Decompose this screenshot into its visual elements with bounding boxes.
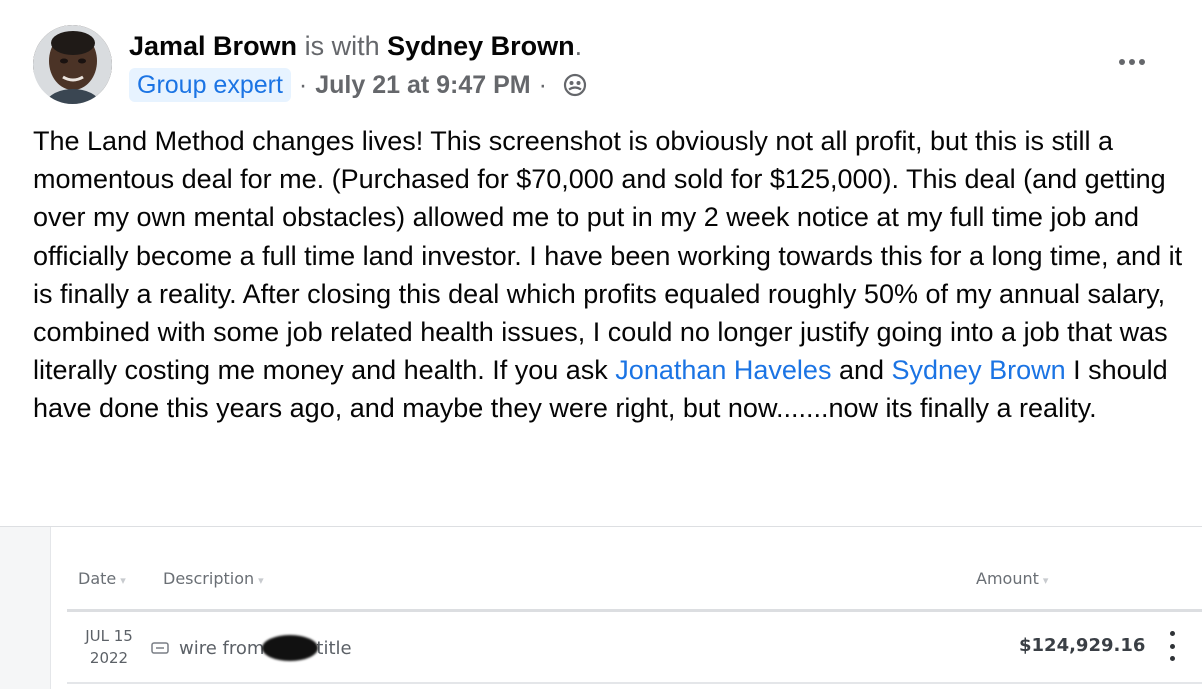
column-amount-label: Amount xyxy=(976,569,1039,588)
row-amount: $124,929.16 xyxy=(1019,635,1146,656)
group-icon[interactable] xyxy=(563,73,587,97)
sort-caret-icon: ▾ xyxy=(1042,574,1049,587)
column-header-amount[interactable]: Amount ▾ xyxy=(976,569,1048,588)
column-date-label: Date xyxy=(78,569,117,588)
row-date: JUL 15 2022 xyxy=(79,625,139,669)
row-date-year: 2022 xyxy=(89,649,129,667)
column-header-description[interactable]: Description ▾ xyxy=(163,569,264,588)
row-description[interactable]: wire from title xyxy=(151,635,352,661)
row-date-day: JUL 15 xyxy=(85,627,133,645)
avatar-photo xyxy=(33,25,112,104)
post-timestamp[interactable]: July 21 at 9:47 PM xyxy=(315,71,530,100)
author-name[interactable]: Jamal Brown xyxy=(129,31,297,61)
group-expert-badge[interactable]: Group expert xyxy=(129,68,291,102)
row-description-suffix: title xyxy=(316,637,352,659)
more-options-icon[interactable] xyxy=(1108,46,1156,78)
avatar[interactable] xyxy=(33,25,112,104)
facebook-post: Jamal Brown is with Sydney Brown. Group … xyxy=(0,0,1202,689)
row-description-prefix: wire from xyxy=(179,637,265,659)
redaction-mark xyxy=(262,635,319,661)
header-divider xyxy=(67,609,1202,612)
transactions-table: Date ▾ Description ▾ Amount ▾ JUL 15 2022 w… xyxy=(50,527,1202,689)
author-period: . xyxy=(574,31,583,61)
column-header-date[interactable]: Date ▾ xyxy=(78,569,126,588)
post-body: The Land Method changes lives! This scre… xyxy=(33,122,1183,428)
meta-separator-2: · xyxy=(538,70,547,99)
transfer-icon xyxy=(151,642,169,654)
post-author-line: Jamal Brown is with Sydney Brown. xyxy=(129,28,582,64)
sort-caret-icon: ▾ xyxy=(120,574,126,587)
mention-jonathan-haveles[interactable]: Jonathan Haveles xyxy=(615,355,831,385)
post-text-part2: and xyxy=(831,355,892,386)
meta-separator: · xyxy=(298,70,308,99)
mention-sydney-brown[interactable]: Sydney Brown xyxy=(892,355,1066,385)
with-text: is with xyxy=(304,31,380,61)
row-more-icon[interactable] xyxy=(1166,631,1178,661)
row-divider xyxy=(67,682,1202,684)
tagged-person[interactable]: Sydney Brown xyxy=(387,31,575,61)
attached-screenshot[interactable]: Date ▾ Description ▾ Amount ▾ JUL 15 2022 w… xyxy=(0,526,1202,689)
post-meta: Group expert · July 21 at 9:47 PM · xyxy=(129,67,587,103)
sort-caret-icon: ▾ xyxy=(258,574,264,587)
post-text-part1: The Land Method changes lives! This scre… xyxy=(33,126,1183,386)
column-description-label: Description xyxy=(163,569,255,588)
